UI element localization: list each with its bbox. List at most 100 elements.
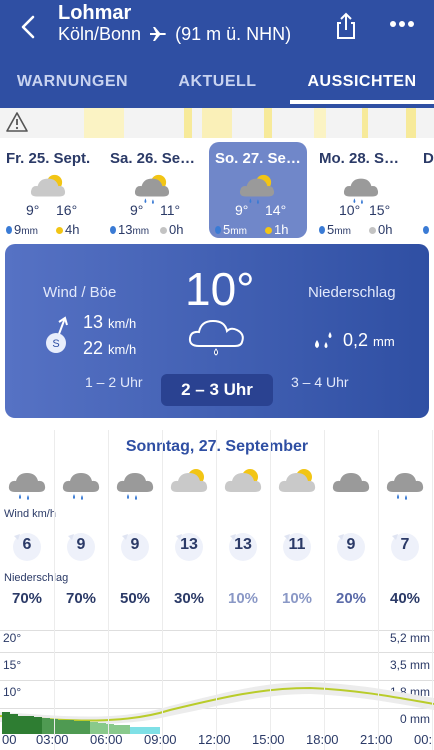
hourly-forecast[interactable]: Sonntag, 27. September Wind km/h Nieders…: [0, 430, 434, 750]
tab-aussichten[interactable]: AUSSICHTEN: [290, 60, 434, 104]
hour-precip-probability: 40%: [389, 590, 421, 607]
tab-aktuell[interactable]: AKTUELL: [145, 60, 290, 104]
daily-forecast-row: Fr. 25. Sept. 9° 16° 9mm 4h Sa. 26. Se… 9° 11° 1…: [0, 138, 434, 244]
tab-warnungen[interactable]: WARNUNGEN: [0, 60, 145, 104]
cloud-rain-icon: [386, 473, 424, 500]
time-axis-label: 21:00: [360, 732, 393, 747]
time-axis-label: 00: [2, 732, 17, 747]
hour-weather-icon: [60, 466, 102, 500]
day-sunshine: 0h: [160, 222, 183, 237]
hour-weather-icon: [384, 466, 426, 500]
slot-temperature: 10°: [185, 263, 255, 315]
raindrops-icon: [315, 332, 332, 348]
airplane-icon: [150, 27, 167, 41]
day-sunshine: 0h: [369, 222, 392, 237]
day-card[interactable]: Fr. 25. Sept. 9° 16° 9mm 4h: [0, 142, 98, 238]
hour-wind-speed: 11: [288, 536, 306, 553]
cloud-rain-sun-icon: [134, 174, 170, 204]
time-axis-label: 06:00: [90, 732, 123, 747]
svg-text:S: S: [52, 338, 59, 350]
day-weather-icon: [28, 172, 68, 202]
time-axis-label: 18:00: [306, 732, 339, 747]
hour-wind-speed: 9: [130, 536, 140, 553]
tab-bar: WARNUNGEN AKTUELL AUSSICHTEN: [0, 60, 434, 104]
day-name: Di: [423, 150, 434, 167]
slot-previous[interactable]: 1 – 2 Uhr: [85, 374, 143, 390]
share-icon[interactable]: [334, 12, 358, 40]
column-divider: [378, 430, 379, 750]
time-axis-label: 00:: [414, 732, 433, 747]
cloud-icon: [332, 473, 370, 492]
day-precip: 9mm: [6, 222, 38, 237]
cloud-rain-sun-icon: [239, 174, 275, 204]
day-precip: [423, 222, 431, 237]
hour-wind-speed: 9: [346, 536, 356, 553]
day-max-temp: 11°: [160, 202, 181, 218]
hour-precip-probability: 70%: [11, 590, 43, 607]
cloud-rain-icon: [116, 473, 154, 500]
cloud-rain-icon: [62, 473, 100, 500]
day-precip: 5mm: [319, 222, 351, 237]
hour-precip-probability: 50%: [119, 590, 151, 607]
active-tab-indicator: [290, 100, 434, 104]
day-card[interactable]: Mo. 28. S… 10° 15° 5mm 0h: [313, 142, 411, 238]
partly-cloudy-icon: [224, 469, 262, 492]
day-precip: 13mm: [110, 222, 149, 237]
partly-cloudy-icon: [30, 174, 66, 197]
hour-weather-icon: [330, 466, 372, 500]
hour-wind-speed: 9: [76, 536, 86, 553]
partly-cloudy-icon: [170, 469, 208, 492]
column-divider: [162, 430, 163, 750]
slot-next[interactable]: 3 – 4 Uhr: [291, 374, 349, 390]
back-arrow-icon[interactable]: [16, 14, 42, 40]
day-name: Mo. 28. S…: [319, 150, 400, 167]
column-divider: [108, 430, 109, 750]
precipitation-amount: 0,2 mm: [343, 330, 395, 350]
hour-weather-icon: [114, 466, 156, 500]
day-weather-icon: [132, 172, 172, 204]
hour-weather-icon: [6, 466, 48, 500]
slot-current[interactable]: 2 – 3 Uhr: [161, 374, 273, 406]
wind-gust-label: Wind / Böe: [43, 284, 117, 301]
wind-speed: 13 km/h: [83, 312, 137, 332]
warning-timeline[interactable]: [0, 108, 434, 138]
day-card[interactable]: Sa. 26. Se… 9° 11° 13mm 0h: [104, 142, 202, 238]
column-divider: [432, 430, 433, 750]
hour-wind-speed: 13: [180, 536, 198, 553]
gust-speed: 22 km/h: [83, 338, 137, 358]
day-max-temp: 14°: [265, 202, 287, 218]
temperature-precip-chart: [0, 682, 434, 734]
cloud-rain-icon: [343, 178, 379, 204]
time-axis-label: 03:00: [36, 732, 69, 747]
hour-detail-card: Wind / Böe 10° Niederschlag S 13 km/h 22…: [5, 244, 429, 418]
day-name: Fr. 25. Sept.: [6, 150, 91, 167]
time-axis-label: 09:00: [144, 732, 177, 747]
more-options-icon[interactable]: [388, 14, 416, 34]
column-divider: [54, 430, 55, 750]
warning-level-strip: [84, 108, 416, 138]
day-card[interactable]: So. 27. Se… 9° 14° 5mm 1h: [209, 142, 307, 238]
day-min-temp: 9°: [130, 202, 144, 218]
day-precip: 5mm: [215, 222, 247, 237]
day-name: So. 27. Se…: [215, 150, 301, 167]
hour-wind-speed: 6: [22, 536, 32, 553]
day-weather-icon: [341, 172, 381, 204]
gridline: [0, 630, 434, 631]
hour-precip-probability: 30%: [173, 590, 205, 607]
hour-precip-probability: 10%: [281, 590, 313, 607]
cloud-rain-icon: [8, 473, 46, 500]
day-min-temp: 10°: [339, 202, 361, 218]
hour-wind-speed: 13: [234, 536, 252, 553]
day-card[interactable]: Di: [417, 142, 434, 238]
day-sunshine: 1h: [265, 222, 288, 237]
temp-axis-label: 20°: [3, 631, 22, 645]
station-name: Köln/Bonn: [58, 24, 142, 44]
day-name: Sa. 26. Se…: [110, 150, 196, 167]
hour-weather-icon: [222, 466, 264, 500]
day-max-temp: 15°: [369, 202, 391, 218]
warning-triangle-icon: [6, 112, 28, 132]
hour-weather-icon: [276, 466, 318, 500]
day-weather-icon: [237, 172, 277, 204]
station-elevation: (91 m ü. NHN): [175, 24, 292, 44]
app-header: Lohmar Köln/Bonn (91 m ü. NHN) WARNUNGEN…: [0, 0, 434, 108]
